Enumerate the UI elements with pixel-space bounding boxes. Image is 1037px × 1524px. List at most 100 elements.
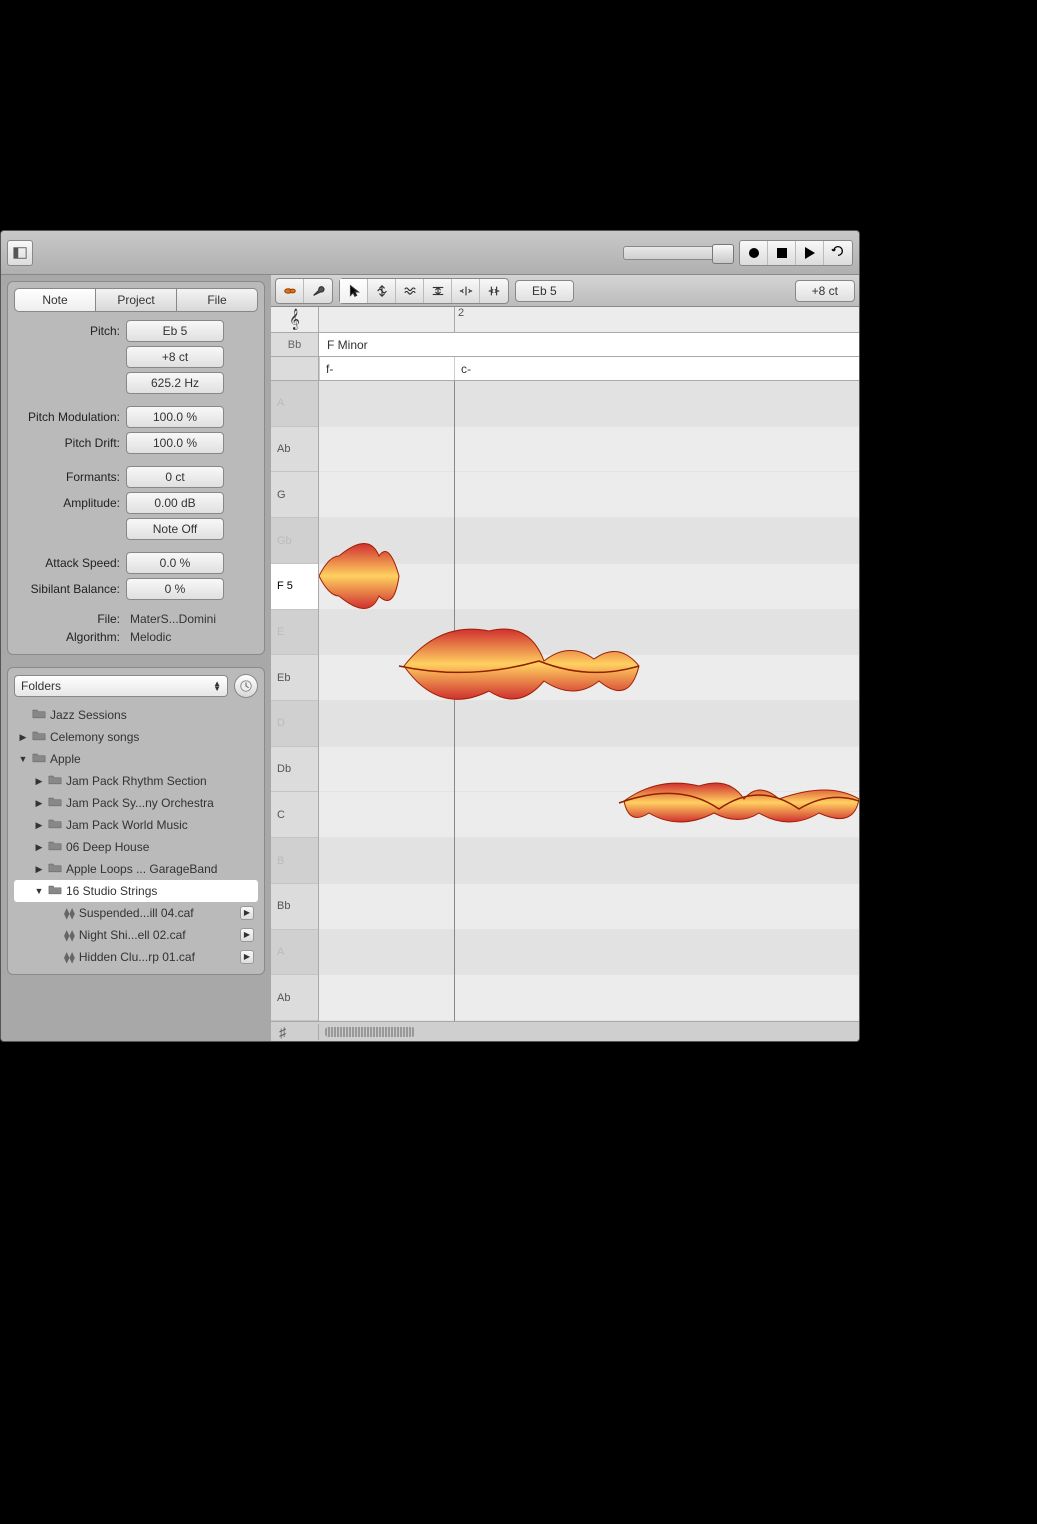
sidebar-toggle-button[interactable] [7, 240, 33, 266]
playhead-line[interactable] [454, 381, 455, 1021]
note-lane[interactable] [319, 427, 859, 473]
note-lane[interactable] [319, 472, 859, 518]
sharp-flat-toggle[interactable]: ♯ [271, 1024, 319, 1040]
preview-button[interactable]: ▶ [240, 928, 254, 942]
note-lane[interactable] [319, 518, 859, 564]
file-value: MaterS...Domini [126, 612, 216, 626]
chord-track[interactable]: f-c- [319, 357, 859, 380]
note-lane[interactable] [319, 747, 859, 793]
cycle-button[interactable] [824, 241, 852, 265]
tab-project[interactable]: Project [95, 288, 177, 312]
piano-key[interactable]: Ab [271, 427, 318, 473]
note-lane[interactable] [319, 610, 859, 656]
piano-key[interactable]: E [271, 610, 318, 656]
piano-key-column[interactable]: AAbGGbF 5EEbDDbCBBbAAb [271, 381, 319, 1021]
piano-key[interactable]: Eb [271, 655, 318, 701]
pitch-grid[interactable]: AAbGGbF 5EEbDDbCBBbAAb [271, 381, 859, 1021]
cents-display-button[interactable]: +8 ct [795, 280, 855, 302]
sibilant-value[interactable]: 0 % [126, 578, 224, 600]
file-item[interactable]: ⧫⧫Hidden Clu...rp 01.caf▶ [14, 946, 258, 968]
mod-tool[interactable] [396, 279, 424, 303]
record-button[interactable] [740, 241, 768, 265]
drift-value[interactable]: 100.0 % [126, 432, 224, 454]
piano-key[interactable]: D [271, 701, 318, 747]
preview-button[interactable]: ▶ [240, 906, 254, 920]
disclosure-triangle-icon[interactable]: ▶ [34, 864, 44, 875]
note-lanes[interactable] [319, 381, 859, 1021]
piano-key[interactable]: C [271, 792, 318, 838]
folder-item[interactable]: ▶Apple Loops ... GarageBand [14, 858, 258, 880]
separation-tool[interactable] [480, 279, 508, 303]
chord-cell[interactable]: f- [319, 357, 333, 380]
history-button[interactable] [234, 674, 258, 698]
pointer-tool[interactable] [340, 279, 368, 303]
bar-ruler[interactable]: 𝄞 2 [271, 307, 859, 333]
clef-icon[interactable]: 𝄞 [271, 307, 319, 332]
file-item[interactable]: ⧫⧫Suspended...ill 04.caf▶ [14, 902, 258, 924]
pitch-display-button[interactable]: Eb 5 [515, 280, 574, 302]
zoom-slider-knob[interactable] [712, 244, 734, 264]
pitch-hz[interactable]: 625.2 Hz [126, 372, 224, 394]
piano-key[interactable]: F 5 [271, 564, 318, 610]
formants-value[interactable]: 0 ct [126, 466, 224, 488]
folder-item[interactable]: Jazz Sessions [14, 704, 258, 726]
zoom-slider[interactable] [623, 246, 733, 260]
mod-value[interactable]: 100.0 % [126, 406, 224, 428]
folder-item[interactable]: ▶06 Deep House [14, 836, 258, 858]
note-lane[interactable] [319, 792, 859, 838]
tab-file[interactable]: File [177, 288, 258, 312]
attack-value[interactable]: 0.0 % [126, 552, 224, 574]
folder-item[interactable]: ▶Jam Pack Sy...ny Orchestra [14, 792, 258, 814]
folder-item[interactable]: ▶Jam Pack World Music [14, 814, 258, 836]
piano-key[interactable]: A [271, 930, 318, 976]
folder-item[interactable]: ▼Apple [14, 748, 258, 770]
play-button[interactable] [796, 241, 824, 265]
pitch-cents[interactable]: +8 ct [126, 346, 224, 368]
piano-key[interactable]: Db [271, 747, 318, 793]
disclosure-triangle-icon[interactable]: ▼ [18, 754, 28, 764]
tool-wrench-button[interactable] [304, 279, 332, 303]
disclosure-triangle-icon[interactable]: ▶ [34, 798, 44, 809]
disclosure-triangle-icon[interactable]: ▶ [34, 842, 44, 853]
pitch-value[interactable]: Eb 5 [126, 320, 224, 342]
note-lane[interactable] [319, 884, 859, 930]
piano-key[interactable]: A [271, 381, 318, 427]
note-lane[interactable] [319, 838, 859, 884]
timing-tool[interactable] [452, 279, 480, 303]
note-lane[interactable] [319, 930, 859, 976]
key-cell[interactable]: F Minor [319, 333, 859, 356]
folder-tree[interactable]: Jazz Sessions▶Celemony songs▼Apple▶Jam P… [14, 704, 258, 968]
pitch-tool[interactable] [368, 279, 396, 303]
disclosure-triangle-icon[interactable]: ▶ [18, 732, 28, 743]
chord-cell[interactable]: c- [454, 357, 471, 380]
note-lane[interactable] [319, 975, 859, 1021]
formant-tool[interactable] [424, 279, 452, 303]
piano-key[interactable]: Ab [271, 975, 318, 1021]
overview-waveform[interactable] [325, 1027, 415, 1037]
piano-key[interactable]: Bb [271, 884, 318, 930]
preview-button[interactable]: ▶ [240, 950, 254, 964]
stop-button[interactable] [768, 241, 796, 265]
note-lane[interactable] [319, 655, 859, 701]
note-lane[interactable] [319, 564, 859, 610]
disclosure-triangle-icon[interactable]: ▼ [34, 886, 44, 896]
pitch-label: Pitch: [14, 324, 126, 338]
file-item[interactable]: ⧫⧫Night Shi...ell 02.caf▶ [14, 924, 258, 946]
piano-key[interactable]: Gb [271, 518, 318, 564]
folder-icon [32, 730, 46, 744]
amp-value[interactable]: 0.00 dB [126, 492, 224, 514]
disclosure-triangle-icon[interactable]: ▶ [34, 776, 44, 787]
browser-mode-dropdown[interactable]: Folders ▲▼ [14, 675, 228, 697]
piano-key[interactable]: G [271, 472, 318, 518]
folder-item[interactable]: ▶Celemony songs [14, 726, 258, 748]
tab-note[interactable]: Note [14, 288, 95, 312]
mod-label: Pitch Modulation: [14, 410, 126, 424]
disclosure-triangle-icon[interactable]: ▶ [34, 820, 44, 831]
note-lane[interactable] [319, 701, 859, 747]
folder-item[interactable]: ▶Jam Pack Rhythm Section [14, 770, 258, 792]
note-off-button[interactable]: Note Off [126, 518, 224, 540]
note-lane[interactable] [319, 381, 859, 427]
piano-key[interactable]: B [271, 838, 318, 884]
folder-item[interactable]: ▼16 Studio Strings [14, 880, 258, 902]
blob-mode-button[interactable] [276, 279, 304, 303]
